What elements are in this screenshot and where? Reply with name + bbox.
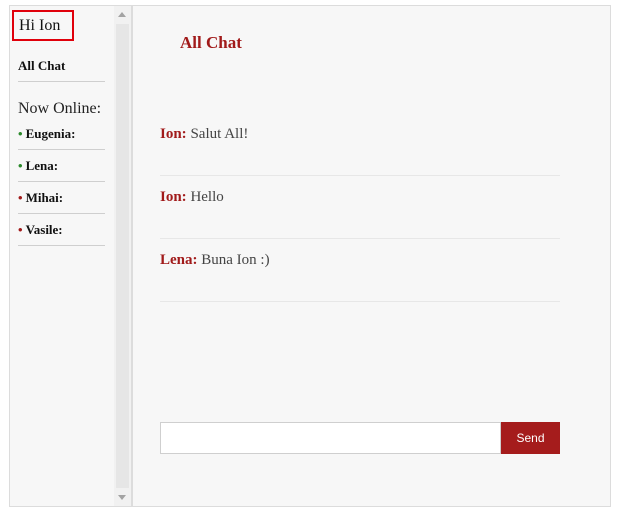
- status-dot-icon: •: [18, 190, 23, 205]
- chat-app: Hi Ion All Chat Now Online: • Eugenia: • L…: [9, 5, 611, 507]
- message-text: Salut All!: [190, 126, 249, 142]
- message-text: Buna Ion :): [201, 252, 270, 268]
- now-online-heading: Now Online:: [18, 100, 102, 117]
- message-input[interactable]: [160, 422, 501, 454]
- separator: [18, 213, 105, 214]
- separator: [18, 81, 105, 82]
- chat-message: Lena: Buna Ion :): [160, 239, 560, 302]
- chat-title: All Chat: [180, 33, 242, 52]
- chat-message: Ion: Salut All!: [160, 113, 560, 176]
- separator: [18, 245, 105, 246]
- sidebar-scrollbar[interactable]: [114, 6, 131, 506]
- online-user-lena[interactable]: • Lena:: [18, 158, 105, 174]
- status-dot-icon: •: [18, 222, 23, 237]
- message-author: Ion:: [160, 126, 187, 142]
- message-author: Ion:: [160, 189, 187, 205]
- online-user-eugenia[interactable]: • Eugenia:: [18, 126, 105, 142]
- scroll-thumb[interactable]: [116, 24, 129, 488]
- user-name: Mihai:: [25, 190, 64, 205]
- user-name: Lena:: [25, 158, 59, 173]
- chat-panel: All Chat Ion: Salut All! Ion: Hello Lena…: [133, 6, 610, 506]
- status-dot-icon: •: [18, 126, 23, 141]
- separator: [18, 149, 105, 150]
- online-user-mihai[interactable]: • Mihai:: [18, 190, 105, 206]
- message-composer: Send: [160, 422, 560, 454]
- scroll-up-arrow-icon[interactable]: [118, 12, 126, 17]
- user-name: Vasile:: [25, 222, 63, 237]
- separator: [18, 181, 105, 182]
- greeting-label: Hi Ion: [12, 10, 74, 41]
- all-chat-link[interactable]: All Chat: [18, 58, 105, 74]
- online-user-vasile[interactable]: • Vasile:: [18, 222, 105, 238]
- scroll-down-arrow-icon[interactable]: [118, 495, 126, 500]
- status-dot-icon: •: [18, 158, 23, 173]
- send-button[interactable]: Send: [501, 422, 560, 454]
- sidebar: Hi Ion All Chat Now Online: • Eugenia: • L…: [10, 6, 114, 506]
- message-text: Hello: [190, 189, 224, 205]
- user-name: Eugenia:: [25, 126, 76, 141]
- chat-message: Ion: Hello: [160, 176, 560, 239]
- message-author: Lena:: [160, 252, 198, 268]
